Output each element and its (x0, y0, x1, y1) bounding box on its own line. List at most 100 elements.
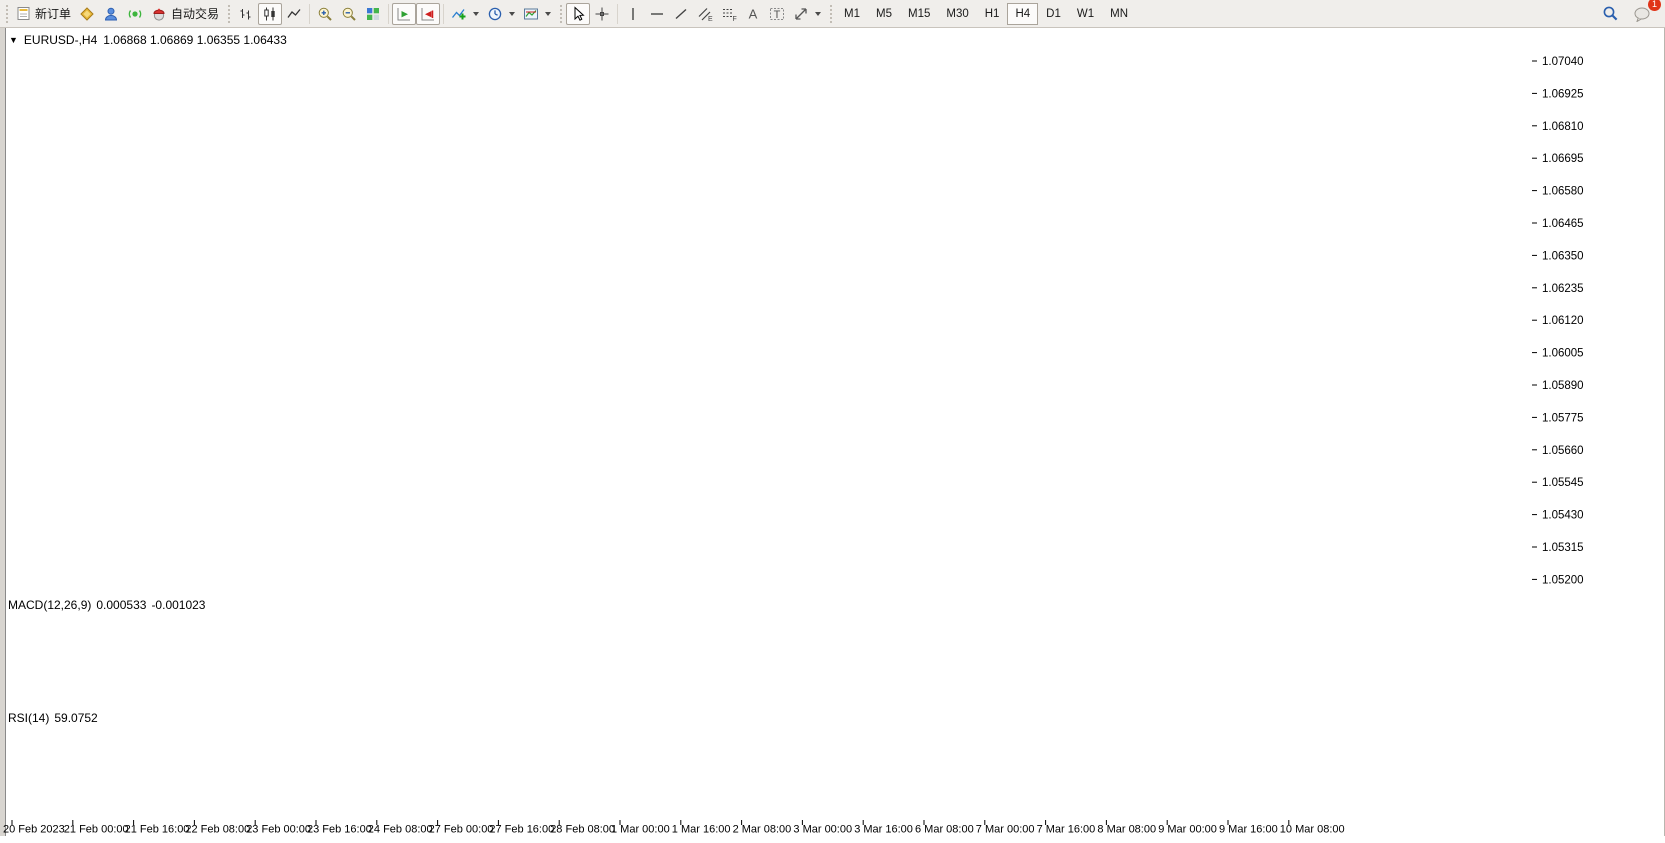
rsi-indicator-label: RSI(14) 59.0752 (8, 711, 98, 725)
svg-text:F: F (733, 16, 737, 22)
notification-badge: 1 (1648, 0, 1661, 11)
trendline-tool-button[interactable] (669, 3, 693, 25)
arrows-caret (815, 12, 821, 16)
zoom-out-button[interactable] (337, 3, 361, 25)
time-tick-label: 7 Mar 00:00 (976, 824, 1035, 836)
tf-button-m1[interactable]: M1 (836, 3, 868, 25)
new-order-icon (16, 6, 31, 21)
indicators-icon (451, 6, 467, 22)
toolbar-grip[interactable] (3, 5, 10, 23)
chart-background (0, 28, 1665, 843)
fibonacci-tool-button[interactable]: F (717, 3, 741, 25)
svg-text:E: E (708, 16, 713, 22)
horizontal-line-tool-button[interactable] (645, 3, 669, 25)
chart-shift-icon (420, 6, 436, 22)
time-tick-label: 21 Feb 00:00 (64, 824, 129, 836)
arrows-tool-button[interactable] (789, 3, 825, 25)
time-tick-label: 1 Mar 16:00 (672, 824, 731, 836)
price-tick-label: 1.05315 (1542, 542, 1584, 554)
trendline-icon (673, 6, 689, 22)
templates-button[interactable] (519, 3, 555, 25)
time-tick-label: 27 Feb 16:00 (489, 824, 554, 836)
auto-trading-icon (151, 6, 167, 22)
line-chart-mode-button[interactable] (282, 3, 306, 25)
price-tick-label: 1.06350 (1542, 250, 1584, 262)
price-tick-label: 1.06235 (1542, 283, 1584, 295)
bar-chart-icon (238, 6, 254, 22)
tf-button-h4[interactable]: H4 (1007, 3, 1038, 25)
time-tick-label: 1 Mar 00:00 (611, 824, 670, 836)
tf-button-m5[interactable]: M5 (868, 3, 900, 25)
time-tick-label: 22 Feb 08:00 (185, 824, 250, 836)
cursor-tool-button[interactable] (566, 3, 590, 25)
price-tick-label: 1.05660 (1542, 445, 1584, 457)
macd-name: MACD(12,26,9) (8, 598, 91, 612)
indicators-caret (473, 12, 479, 16)
candlestick-mode-button[interactable] (258, 3, 282, 25)
svg-text:A: A (749, 6, 758, 21)
tile-windows-button[interactable] (361, 3, 385, 25)
price-tick-label: 1.07040 (1542, 56, 1584, 68)
time-tick-label: 28 Feb 08:00 (550, 824, 615, 836)
chart-title: ▼ EURUSD-,H4 1.06868 1.06869 1.06355 1.0… (9, 33, 287, 47)
vertical-line-icon (625, 6, 641, 22)
new-order-button[interactable]: 新订单 (12, 3, 75, 25)
time-tick-label: 27 Feb 00:00 (429, 824, 494, 836)
indicators-button[interactable] (447, 3, 483, 25)
zoom-in-button[interactable] (313, 3, 337, 25)
price-tick-label: 1.05200 (1542, 574, 1584, 586)
toolbar-grip[interactable] (557, 5, 564, 23)
price-tick-label: 1.06465 (1542, 218, 1584, 230)
bar-chart-mode-button[interactable] (234, 3, 258, 25)
price-tick-label: 1.06005 (1542, 348, 1584, 360)
timeframe-group: M1M5M15M30H1H4D1W1MN (836, 3, 1136, 25)
cursor-icon (570, 6, 586, 22)
main-toolbar: 新订单 自动交易 (0, 0, 1665, 28)
tile-windows-icon (365, 6, 381, 22)
periods-button[interactable] (483, 3, 519, 25)
notifications-button[interactable]: 1 (1629, 3, 1655, 25)
vertical-line-tool-button[interactable] (621, 3, 645, 25)
tf-button-d1[interactable]: D1 (1038, 3, 1069, 25)
time-tick-label: 3 Mar 16:00 (854, 824, 913, 836)
text-label-icon: T (769, 6, 785, 22)
auto-scroll-button[interactable] (392, 3, 416, 25)
time-tick-label: 24 Feb 08:00 (368, 824, 433, 836)
templates-icon (523, 6, 539, 22)
tf-button-h1[interactable]: H1 (977, 3, 1008, 25)
tf-button-w1[interactable]: W1 (1069, 3, 1102, 25)
new-order-label: 新订单 (35, 5, 71, 22)
price-tick-label: 1.06695 (1542, 153, 1584, 165)
auto-trading-button[interactable]: 自动交易 (147, 3, 223, 25)
text-label-tool-button[interactable]: T (765, 3, 789, 25)
signals-button[interactable] (123, 3, 147, 25)
toolbar-grip[interactable] (827, 5, 834, 23)
quotes-button[interactable] (75, 3, 99, 25)
tf-button-mn[interactable]: MN (1102, 3, 1136, 25)
auto-scroll-icon (396, 6, 412, 22)
signal-icon (127, 6, 143, 22)
left-edge-strip (0, 28, 5, 836)
channel-tool-button[interactable]: E (693, 3, 717, 25)
price-tick-label: 1.06580 (1542, 186, 1584, 198)
fibonacci-icon: F (721, 6, 737, 22)
price-tick-label: 1.06810 (1542, 121, 1584, 133)
tf-button-m30[interactable]: M30 (938, 3, 976, 25)
chart-canvas[interactable]: 1.070401.069251.068101.066951.065801.064… (0, 0, 1665, 843)
price-tick-label: 1.05545 (1542, 477, 1584, 489)
chart-shift-button[interactable] (416, 3, 440, 25)
toolbar-grip[interactable] (225, 5, 232, 23)
crosshair-tool-button[interactable] (590, 3, 614, 25)
rsi-name: RSI(14) (8, 711, 49, 725)
text-tool-button[interactable]: A (741, 3, 765, 25)
search-button[interactable] (1598, 3, 1623, 25)
tf-button-m15[interactable]: M15 (900, 3, 938, 25)
data-window-button[interactable] (99, 3, 123, 25)
search-icon (1602, 5, 1619, 22)
time-tick-label: 9 Mar 16:00 (1219, 824, 1278, 836)
time-tick-label: 23 Feb 00:00 (246, 824, 311, 836)
channel-icon: E (697, 6, 713, 22)
time-tick-label: 23 Feb 16:00 (307, 824, 372, 836)
time-tick-label: 3 Mar 00:00 (793, 824, 852, 836)
macd-value-signal: -0.001023 (151, 598, 205, 612)
